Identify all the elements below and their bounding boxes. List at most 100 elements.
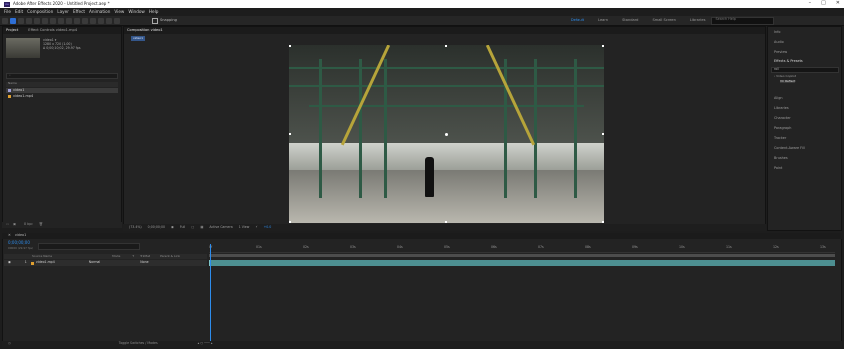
- eraser-tool-icon[interactable]: [98, 17, 104, 24]
- workspace-learn[interactable]: Learn: [598, 18, 608, 23]
- panel-tracker[interactable]: Tracker: [774, 136, 786, 140]
- time-ruler[interactable]: 0f 01s 02s 03s 04s 05s 06s 07s 08s 09s 1…: [209, 244, 835, 253]
- effects-search-input[interactable]: roll: [771, 67, 839, 73]
- timeline-timecode[interactable]: 0;00;00;00: [8, 241, 30, 245]
- timeline-layer-row[interactable]: ◉ 1 video1.mp4 Normal None: [4, 260, 207, 266]
- panel-character[interactable]: Character: [774, 116, 791, 120]
- effects-tree-category[interactable]: › Video Copilot: [774, 75, 796, 78]
- workspace-default[interactable]: Default: [571, 18, 584, 23]
- panel-brushes[interactable]: Brushes: [774, 156, 788, 160]
- panel-align[interactable]: Align: [774, 96, 783, 100]
- clone-stamp-tool-icon[interactable]: [90, 17, 96, 24]
- col-parent-link[interactable]: Parent & Link: [160, 255, 180, 258]
- bpc-label[interactable]: 8 bpc: [24, 223, 33, 226]
- panel-effects-presets[interactable]: Effects & Presets: [774, 59, 803, 63]
- ruler-tick: 09s: [632, 245, 638, 249]
- type-tool-icon[interactable]: [74, 17, 80, 24]
- toggle-switches-modes-button[interactable]: Toggle Switches / Modes: [119, 342, 158, 345]
- exposure-value[interactable]: +0.0: [264, 225, 272, 229]
- tab-project[interactable]: Project: [6, 28, 18, 33]
- col-trkmat[interactable]: TrkMat: [140, 255, 150, 258]
- panel-paint[interactable]: Paint: [774, 166, 782, 170]
- snapping-checkbox[interactable]: [152, 17, 158, 24]
- close-button[interactable]: ✕: [836, 1, 840, 6]
- new-comp-icon[interactable]: ▣: [13, 223, 16, 226]
- panel-libraries[interactable]: Libraries: [774, 106, 789, 110]
- visibility-eye-icon[interactable]: ◉: [8, 261, 11, 264]
- project-item-footage[interactable]: video1.mp4: [6, 94, 118, 99]
- layer-parent-dropdown[interactable]: None: [140, 261, 148, 264]
- minimize-button[interactable]: –: [809, 1, 812, 6]
- camera-snapshot-icon[interactable]: ◉: [171, 225, 174, 229]
- menu-window[interactable]: Window: [128, 9, 145, 14]
- tab-composition[interactable]: Composition video1: [127, 28, 163, 33]
- region-of-interest-icon[interactable]: ▢: [191, 225, 194, 229]
- current-time-display[interactable]: 0;00;00;00: [148, 225, 165, 229]
- maximize-button[interactable]: □: [821, 1, 826, 6]
- layer-name[interactable]: video1.mp4: [36, 261, 55, 264]
- project-column-header[interactable]: Name: [6, 82, 118, 87]
- menu-help[interactable]: Help: [149, 9, 159, 14]
- zoom-tool-icon[interactable]: [26, 17, 32, 24]
- puppet-tool-icon[interactable]: [114, 17, 120, 24]
- col-source-name[interactable]: Source Name: [32, 255, 52, 258]
- timeline-search-input[interactable]: [38, 243, 140, 250]
- close-icon[interactable]: ✕: [8, 233, 11, 237]
- pen-tool-icon[interactable]: [66, 17, 72, 24]
- playhead[interactable]: [210, 244, 211, 344]
- layer-mode-dropdown[interactable]: Normal: [89, 261, 101, 264]
- panel-audio[interactable]: Audio: [774, 40, 784, 44]
- zoom-slider[interactable]: ▴ ○ ─── ▴: [198, 342, 213, 345]
- workspace-small-screen[interactable]: Small Screen: [652, 18, 675, 23]
- hand-tool-icon[interactable]: [18, 17, 24, 24]
- workspace-standard[interactable]: Standard: [622, 18, 638, 23]
- tab-timeline-video1[interactable]: video1: [15, 233, 26, 237]
- project-search-input[interactable]: ⌕: [6, 73, 118, 79]
- tab-effect-controls[interactable]: Effect Controls video1.mp4: [28, 28, 77, 33]
- footage-duration: Δ 0;00;10;02, 29.97 fps: [43, 46, 81, 50]
- transparency-grid-icon[interactable]: ▦: [200, 225, 203, 229]
- resolution-dropdown[interactable]: Full: [180, 225, 185, 229]
- search-help-input[interactable]: Search Help: [711, 16, 775, 25]
- brush-tool-icon[interactable]: [82, 17, 88, 24]
- camera-tool-icon[interactable]: [42, 17, 48, 24]
- col-t[interactable]: T: [132, 255, 134, 258]
- panel-paragraph[interactable]: Paragraph: [774, 126, 791, 130]
- selection-tool-icon[interactable]: [10, 17, 16, 24]
- menu-animation[interactable]: Animation: [89, 9, 110, 14]
- col-mode[interactable]: Mode: [112, 255, 120, 258]
- new-folder-icon[interactable]: ▭: [6, 223, 9, 226]
- menu-edit[interactable]: Edit: [15, 9, 23, 14]
- menu-view[interactable]: View: [114, 9, 124, 14]
- menu-layer[interactable]: Layer: [57, 9, 69, 14]
- composition-frame[interactable]: [289, 45, 604, 223]
- effects-tree-item[interactable]: VC Reflect: [780, 80, 796, 83]
- layer-duration-bar[interactable]: [209, 260, 835, 266]
- fast-previews-icon[interactable]: ⚡: [255, 225, 257, 229]
- panel-preview[interactable]: Preview: [774, 50, 787, 54]
- project-item-comp[interactable]: video1: [6, 88, 118, 93]
- comp-subtab[interactable]: video1: [131, 36, 145, 41]
- pan-behind-tool-icon[interactable]: [50, 17, 56, 24]
- render-time-icon[interactable]: ◷: [8, 342, 11, 345]
- ruler-tick: 03s: [350, 245, 356, 249]
- menu-composition[interactable]: Composition: [27, 9, 53, 14]
- rectangle-tool-icon[interactable]: [58, 17, 64, 24]
- home-icon[interactable]: [2, 17, 8, 24]
- magnification-dropdown[interactable]: (73.4%): [129, 225, 142, 229]
- menu-file[interactable]: File: [4, 9, 11, 14]
- panel-info[interactable]: Info: [774, 30, 780, 34]
- project-item-label: video1.mp4: [13, 93, 34, 98]
- viewer-footer: (73.4%) 0;00;00;00 ◉ Full ▢ ▦ Active Cam…: [123, 224, 766, 231]
- timeline-footer: ◷ Toggle Switches / Modes ▴ ○ ─── ▴: [2, 341, 842, 347]
- menu-effect[interactable]: Effect: [73, 9, 85, 14]
- panel-content-aware-fill[interactable]: Content-Aware Fill: [774, 146, 805, 150]
- rotate-tool-icon[interactable]: [34, 17, 40, 24]
- views-layout-dropdown[interactable]: 1 View: [239, 225, 250, 229]
- workspace-libraries[interactable]: Libraries: [690, 18, 706, 23]
- work-area-bar[interactable]: [209, 254, 835, 257]
- roto-brush-tool-icon[interactable]: [106, 17, 112, 24]
- trash-icon[interactable]: 🗑: [39, 223, 43, 226]
- ruler-tick: 04s: [397, 245, 403, 249]
- active-camera-dropdown[interactable]: Active Camera: [209, 225, 232, 229]
